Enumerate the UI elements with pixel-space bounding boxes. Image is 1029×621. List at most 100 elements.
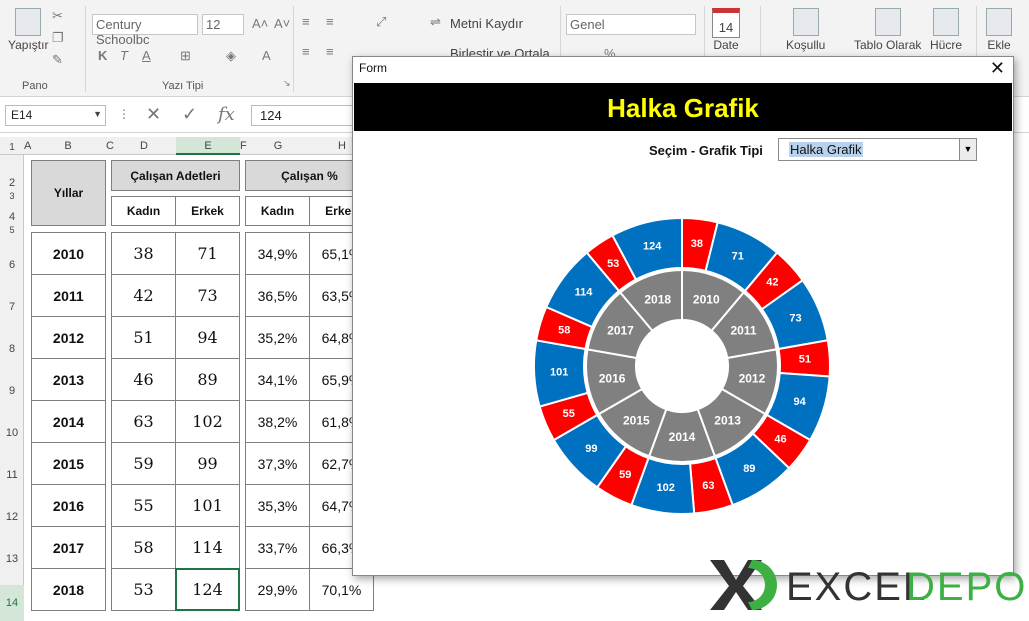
dialog-launcher-icon[interactable]: ↘ — [283, 78, 291, 89]
year-slice-label: 2015 — [623, 413, 650, 427]
row-header[interactable]: 2 — [0, 177, 24, 189]
women-count-cell[interactable]: 46 — [111, 358, 176, 401]
years-header[interactable]: Yıllar — [31, 160, 106, 226]
row-header[interactable]: 8 — [0, 343, 24, 355]
column-header[interactable]: E — [176, 137, 240, 155]
year-slice-label: 2016 — [599, 371, 626, 385]
women-pct-cell[interactable]: 37,3% — [245, 442, 310, 485]
column-header[interactable]: D — [112, 137, 176, 155]
year-cell[interactable]: 2014 — [31, 400, 106, 443]
selected-cell[interactable]: 124 — [175, 568, 240, 611]
chevron-down-icon[interactable]: ▼ — [93, 109, 102, 119]
women-count-cell[interactable]: 53 — [111, 568, 176, 611]
year-cell[interactable]: 2016 — [31, 484, 106, 527]
bold-button[interactable]: K — [98, 48, 107, 63]
more-options-icon[interactable]: ⋮ — [118, 107, 130, 121]
year-cell[interactable]: 2013 — [31, 358, 106, 401]
year-slice-label: 2012 — [739, 371, 766, 385]
men-count-cell[interactable]: 73 — [175, 274, 240, 317]
year-cell[interactable]: 2011 — [31, 274, 106, 317]
align-center-icon[interactable]: ≡ — [326, 44, 334, 59]
women-count-cell[interactable]: 59 — [111, 442, 176, 485]
women-pct-cell[interactable]: 29,9% — [245, 568, 310, 611]
row-header[interactable]: 10 — [0, 427, 24, 439]
paste-button[interactable]: Yapıştır — [8, 8, 48, 52]
row-header[interactable]: 7 — [0, 301, 24, 313]
women-count-cell[interactable]: 38 — [111, 232, 176, 275]
row-header[interactable]: 1 — [0, 142, 24, 153]
women-subheader[interactable]: Kadın — [111, 196, 176, 226]
row-header[interactable]: 13 — [0, 553, 24, 565]
men-count-cell[interactable]: 114 — [175, 526, 240, 569]
women-pct-cell[interactable]: 34,1% — [245, 358, 310, 401]
font-size-input[interactable]: 12 — [202, 14, 244, 35]
women-count-cell[interactable]: 42 — [111, 274, 176, 317]
women-pct-cell[interactable]: 34,9% — [245, 232, 310, 275]
name-box[interactable]: E14 ▼ — [5, 105, 106, 126]
women-count-cell[interactable]: 51 — [111, 316, 176, 359]
men-count-cell[interactable]: 99 — [175, 442, 240, 485]
font-color-icon[interactable]: A — [262, 48, 271, 63]
group-font-label: Yazı Tipi — [162, 80, 204, 92]
function-icon[interactable]: fx — [218, 104, 235, 125]
italic-button[interactable]: T — [120, 48, 128, 63]
copy-icon[interactable]: ❐ — [52, 30, 64, 46]
year-cell[interactable]: 2017 — [31, 526, 106, 569]
row-header[interactable]: 6 — [0, 259, 24, 271]
row-header[interactable]: 9 — [0, 385, 24, 397]
column-header[interactable]: G — [246, 137, 310, 155]
women-pct-cell[interactable]: 36,5% — [245, 274, 310, 317]
align-top-icon[interactable]: ≡ — [302, 14, 310, 29]
women-count-cell[interactable]: 63 — [111, 400, 176, 443]
orientation-icon[interactable]: ⤢ — [376, 14, 386, 30]
men-count-cell[interactable]: 89 — [175, 358, 240, 401]
year-cell[interactable]: 2018 — [31, 568, 106, 611]
women-count-cell[interactable]: 58 — [111, 526, 176, 569]
men-count-cell[interactable]: 101 — [175, 484, 240, 527]
column-header[interactable]: B — [30, 137, 106, 155]
cancel-icon[interactable]: ✕ — [146, 104, 161, 125]
align-left-icon[interactable]: ≡ — [302, 44, 310, 59]
wrap-text-button[interactable]: Metni Kaydır — [450, 16, 523, 31]
row-header[interactable]: 14 — [0, 585, 24, 621]
cell-styles-button[interactable]: Hücre — [930, 8, 962, 52]
year-cell[interactable]: 2015 — [31, 442, 106, 485]
row-header[interactable]: 3 — [0, 191, 24, 201]
conditional-format-button[interactable]: Koşullu — [786, 8, 825, 52]
align-middle-icon[interactable]: ≡ — [326, 14, 334, 29]
row-header[interactable]: 12 — [0, 511, 24, 523]
pct-women-subheader[interactable]: Kadın — [245, 196, 310, 226]
year-cell[interactable]: 2010 — [31, 232, 106, 275]
row-header[interactable]: 5 — [0, 225, 24, 235]
column-headers: A B C D E F G H — [0, 137, 360, 155]
row-header[interactable]: 11 — [0, 469, 24, 481]
shrink-font-icon[interactable]: A˅ — [274, 16, 290, 31]
wrap-text-icon[interactable]: ⇌ — [430, 14, 441, 30]
women-pct-cell[interactable]: 35,3% — [245, 484, 310, 527]
underline-button[interactable]: A — [142, 48, 151, 63]
women-pct-cell[interactable]: 38,2% — [245, 400, 310, 443]
men-count-cell[interactable]: 102 — [175, 400, 240, 443]
cut-icon[interactable]: ✂ — [52, 8, 63, 24]
insert-button[interactable]: Ekle — [986, 8, 1012, 52]
counts-header[interactable]: Çalışan Adetleri — [111, 160, 240, 191]
confirm-icon[interactable]: ✓ — [182, 104, 197, 125]
women-pct-cell[interactable]: 35,2% — [245, 316, 310, 359]
women-pct-cell[interactable]: 33,7% — [245, 526, 310, 569]
format-painter-icon[interactable]: ✎ — [52, 52, 63, 68]
number-format-select[interactable]: Genel — [566, 14, 696, 35]
borders-icon[interactable]: ⊞ — [180, 48, 191, 64]
women-slice-label: 59 — [619, 469, 631, 481]
formula-input[interactable]: 124 — [251, 105, 361, 126]
date-button[interactable]: 14 Date — [712, 8, 740, 52]
year-cell[interactable]: 2012 — [31, 316, 106, 359]
fill-color-icon[interactable]: ◈ — [226, 48, 236, 64]
grow-font-icon[interactable]: A˄ — [252, 16, 268, 31]
font-name-input[interactable]: Century Schoolbc — [92, 14, 198, 47]
women-count-cell[interactable]: 55 — [111, 484, 176, 527]
men-count-cell[interactable]: 71 — [175, 232, 240, 275]
format-table-button[interactable]: Tablo Olarak — [854, 8, 921, 52]
men-count-cell[interactable]: 94 — [175, 316, 240, 359]
row-header[interactable]: 4 — [0, 211, 24, 223]
men-subheader[interactable]: Erkek — [175, 196, 240, 226]
